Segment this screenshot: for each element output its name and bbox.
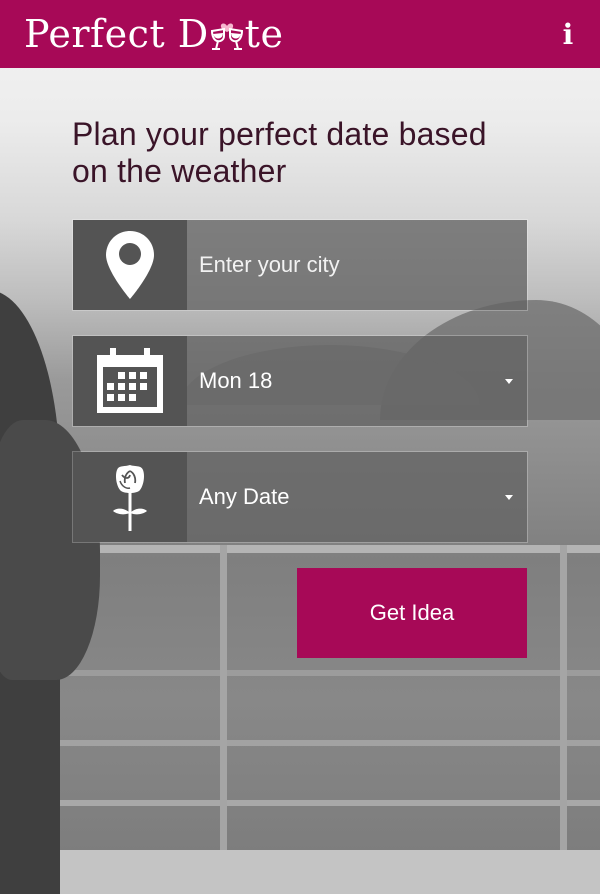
rose-icon	[73, 452, 187, 542]
main-content: Plan your perfect date based on the weat…	[72, 116, 528, 190]
wine-glasses-icon	[208, 17, 246, 51]
page-headline: Plan your perfect date based on the weat…	[72, 116, 487, 189]
date-select-value: Mon 18	[199, 368, 273, 393]
logo-text-start: Perfect D	[24, 12, 209, 56]
app-logo[interactable]: Perfect D te	[24, 15, 283, 53]
date-select[interactable]: Mon 18	[72, 335, 528, 427]
city-input[interactable]	[199, 252, 511, 278]
get-idea-button[interactable]: Get Idea	[297, 568, 527, 658]
date-type-select[interactable]: Any Date	[72, 451, 528, 543]
location-pin-icon	[73, 220, 187, 310]
city-field[interactable]	[72, 219, 528, 311]
date-type-select-value: Any Date	[199, 484, 290, 509]
app-header: Perfect D te i	[0, 0, 600, 68]
chevron-down-icon	[505, 495, 513, 500]
logo-text-end: te	[244, 12, 284, 56]
info-button[interactable]: i	[556, 18, 580, 51]
chevron-down-icon	[505, 379, 513, 384]
calendar-icon	[73, 336, 187, 426]
